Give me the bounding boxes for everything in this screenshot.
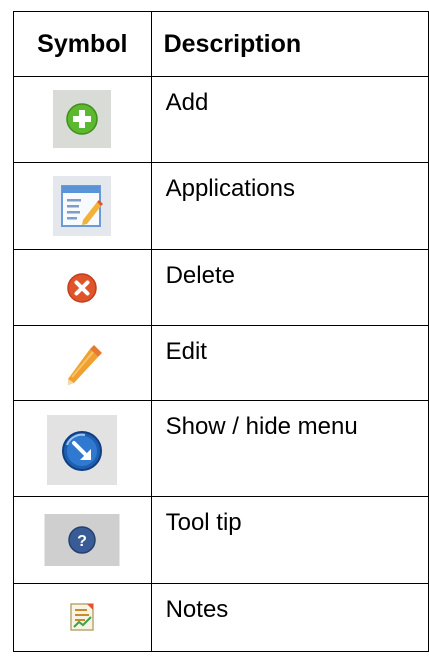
description-column-header: Description [150, 11, 429, 77]
description-cell: Delete [150, 249, 429, 326]
symbol-cell [13, 162, 152, 250]
table-row: Edit [13, 325, 429, 401]
notes-icon [65, 600, 99, 634]
table-row: ? Tool tip [13, 496, 429, 584]
table-row: Add [13, 76, 429, 163]
edit-pencil-icon [60, 343, 104, 387]
description-cell: Edit [150, 325, 429, 401]
description-cell: Notes [150, 583, 429, 652]
header-row: Symbol Description [13, 11, 429, 77]
table-row: Delete [13, 249, 429, 326]
tooltip-help-icon: ? [44, 514, 120, 566]
show-hide-menu-icon [47, 415, 118, 485]
description-cell: Add [150, 76, 429, 163]
table-row: Notes [13, 583, 429, 652]
description-cell: Tool tip [150, 496, 429, 584]
description-cell: Show / hide menu [150, 400, 429, 497]
symbol-cell [13, 325, 152, 401]
svg-text:?: ? [77, 533, 87, 550]
applications-icon [53, 176, 112, 236]
description-cell: Applications [150, 162, 429, 250]
symbol-cell [13, 76, 152, 163]
symbol-cell: ? [13, 496, 152, 584]
symbol-legend-table: Symbol Description Add Applications Dele… [13, 11, 429, 652]
table-row: Applications [13, 162, 429, 250]
delete-icon [65, 271, 99, 305]
symbol-cell [13, 400, 152, 497]
symbol-cell [13, 583, 152, 652]
symbol-cell [13, 249, 152, 326]
add-icon [53, 90, 112, 148]
symbol-column-header: Symbol [13, 11, 152, 77]
table-row: Show / hide menu [13, 400, 429, 497]
